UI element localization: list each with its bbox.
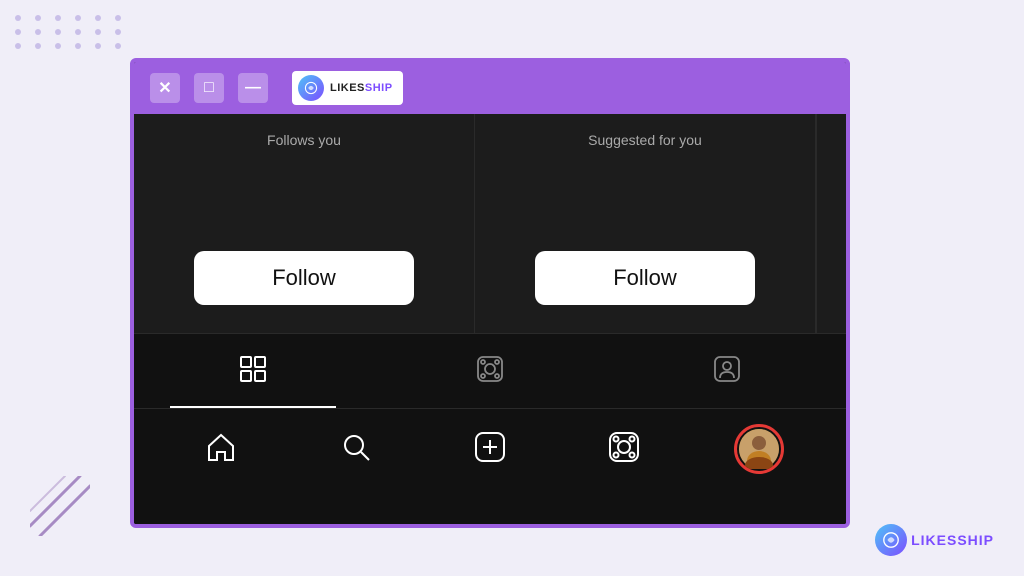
maximize-button[interactable]: □ bbox=[194, 73, 224, 103]
titlebar-logo-icon bbox=[298, 75, 324, 101]
home-icon bbox=[204, 430, 238, 469]
suggestion-card-suggested: Suggested for you Follow bbox=[475, 114, 816, 333]
tagged-icon bbox=[712, 354, 742, 389]
suggestions-row: Follows you Follow Suggested for you Fol… bbox=[134, 114, 846, 334]
suggested-for-you-label: Suggested for you bbox=[588, 132, 702, 148]
main-window: ✕ □ — LIKESSHIP Follows you Follow bbox=[130, 58, 850, 528]
decorative-lines bbox=[30, 476, 90, 536]
titlebar: ✕ □ — LIKESSHIP bbox=[134, 62, 846, 114]
profile-avatar bbox=[734, 424, 784, 474]
follow-button-1[interactable]: Follow bbox=[194, 251, 414, 305]
bottom-logo-text: LIKESSHIP bbox=[911, 532, 994, 548]
bottom-nav bbox=[134, 409, 846, 489]
reels-nav-icon bbox=[607, 430, 641, 469]
nav-home[interactable] bbox=[191, 419, 251, 479]
titlebar-logo: LIKESSHIP bbox=[292, 71, 403, 105]
minimize-button[interactable]: — bbox=[238, 73, 268, 103]
nav-reels[interactable] bbox=[594, 419, 654, 479]
suggestion-card-peek bbox=[816, 114, 846, 333]
decorative-dots bbox=[15, 15, 127, 49]
close-button[interactable]: ✕ bbox=[150, 73, 180, 103]
tab-reels[interactable] bbox=[371, 334, 608, 408]
follow-button-2[interactable]: Follow bbox=[535, 251, 755, 305]
tab-tagged[interactable] bbox=[609, 334, 846, 408]
profile-tabs bbox=[134, 334, 846, 409]
reels-icon bbox=[475, 354, 505, 389]
tab-grid[interactable] bbox=[134, 334, 371, 408]
suggestion-card-follows: Follows you Follow bbox=[134, 114, 475, 333]
nav-profile[interactable] bbox=[729, 419, 789, 479]
add-icon bbox=[473, 430, 507, 469]
logo-icon bbox=[875, 524, 907, 556]
search-icon bbox=[339, 430, 373, 469]
window-content: Follows you Follow Suggested for you Fol… bbox=[134, 114, 846, 524]
follows-you-label: Follows you bbox=[267, 132, 341, 148]
titlebar-logo-text: LIKESSHIP bbox=[330, 82, 393, 94]
nav-add[interactable] bbox=[460, 419, 520, 479]
grid-icon bbox=[238, 354, 268, 389]
bottom-right-logo: LIKESSHIP bbox=[875, 524, 994, 556]
avatar-image bbox=[739, 429, 779, 469]
nav-search[interactable] bbox=[326, 419, 386, 479]
